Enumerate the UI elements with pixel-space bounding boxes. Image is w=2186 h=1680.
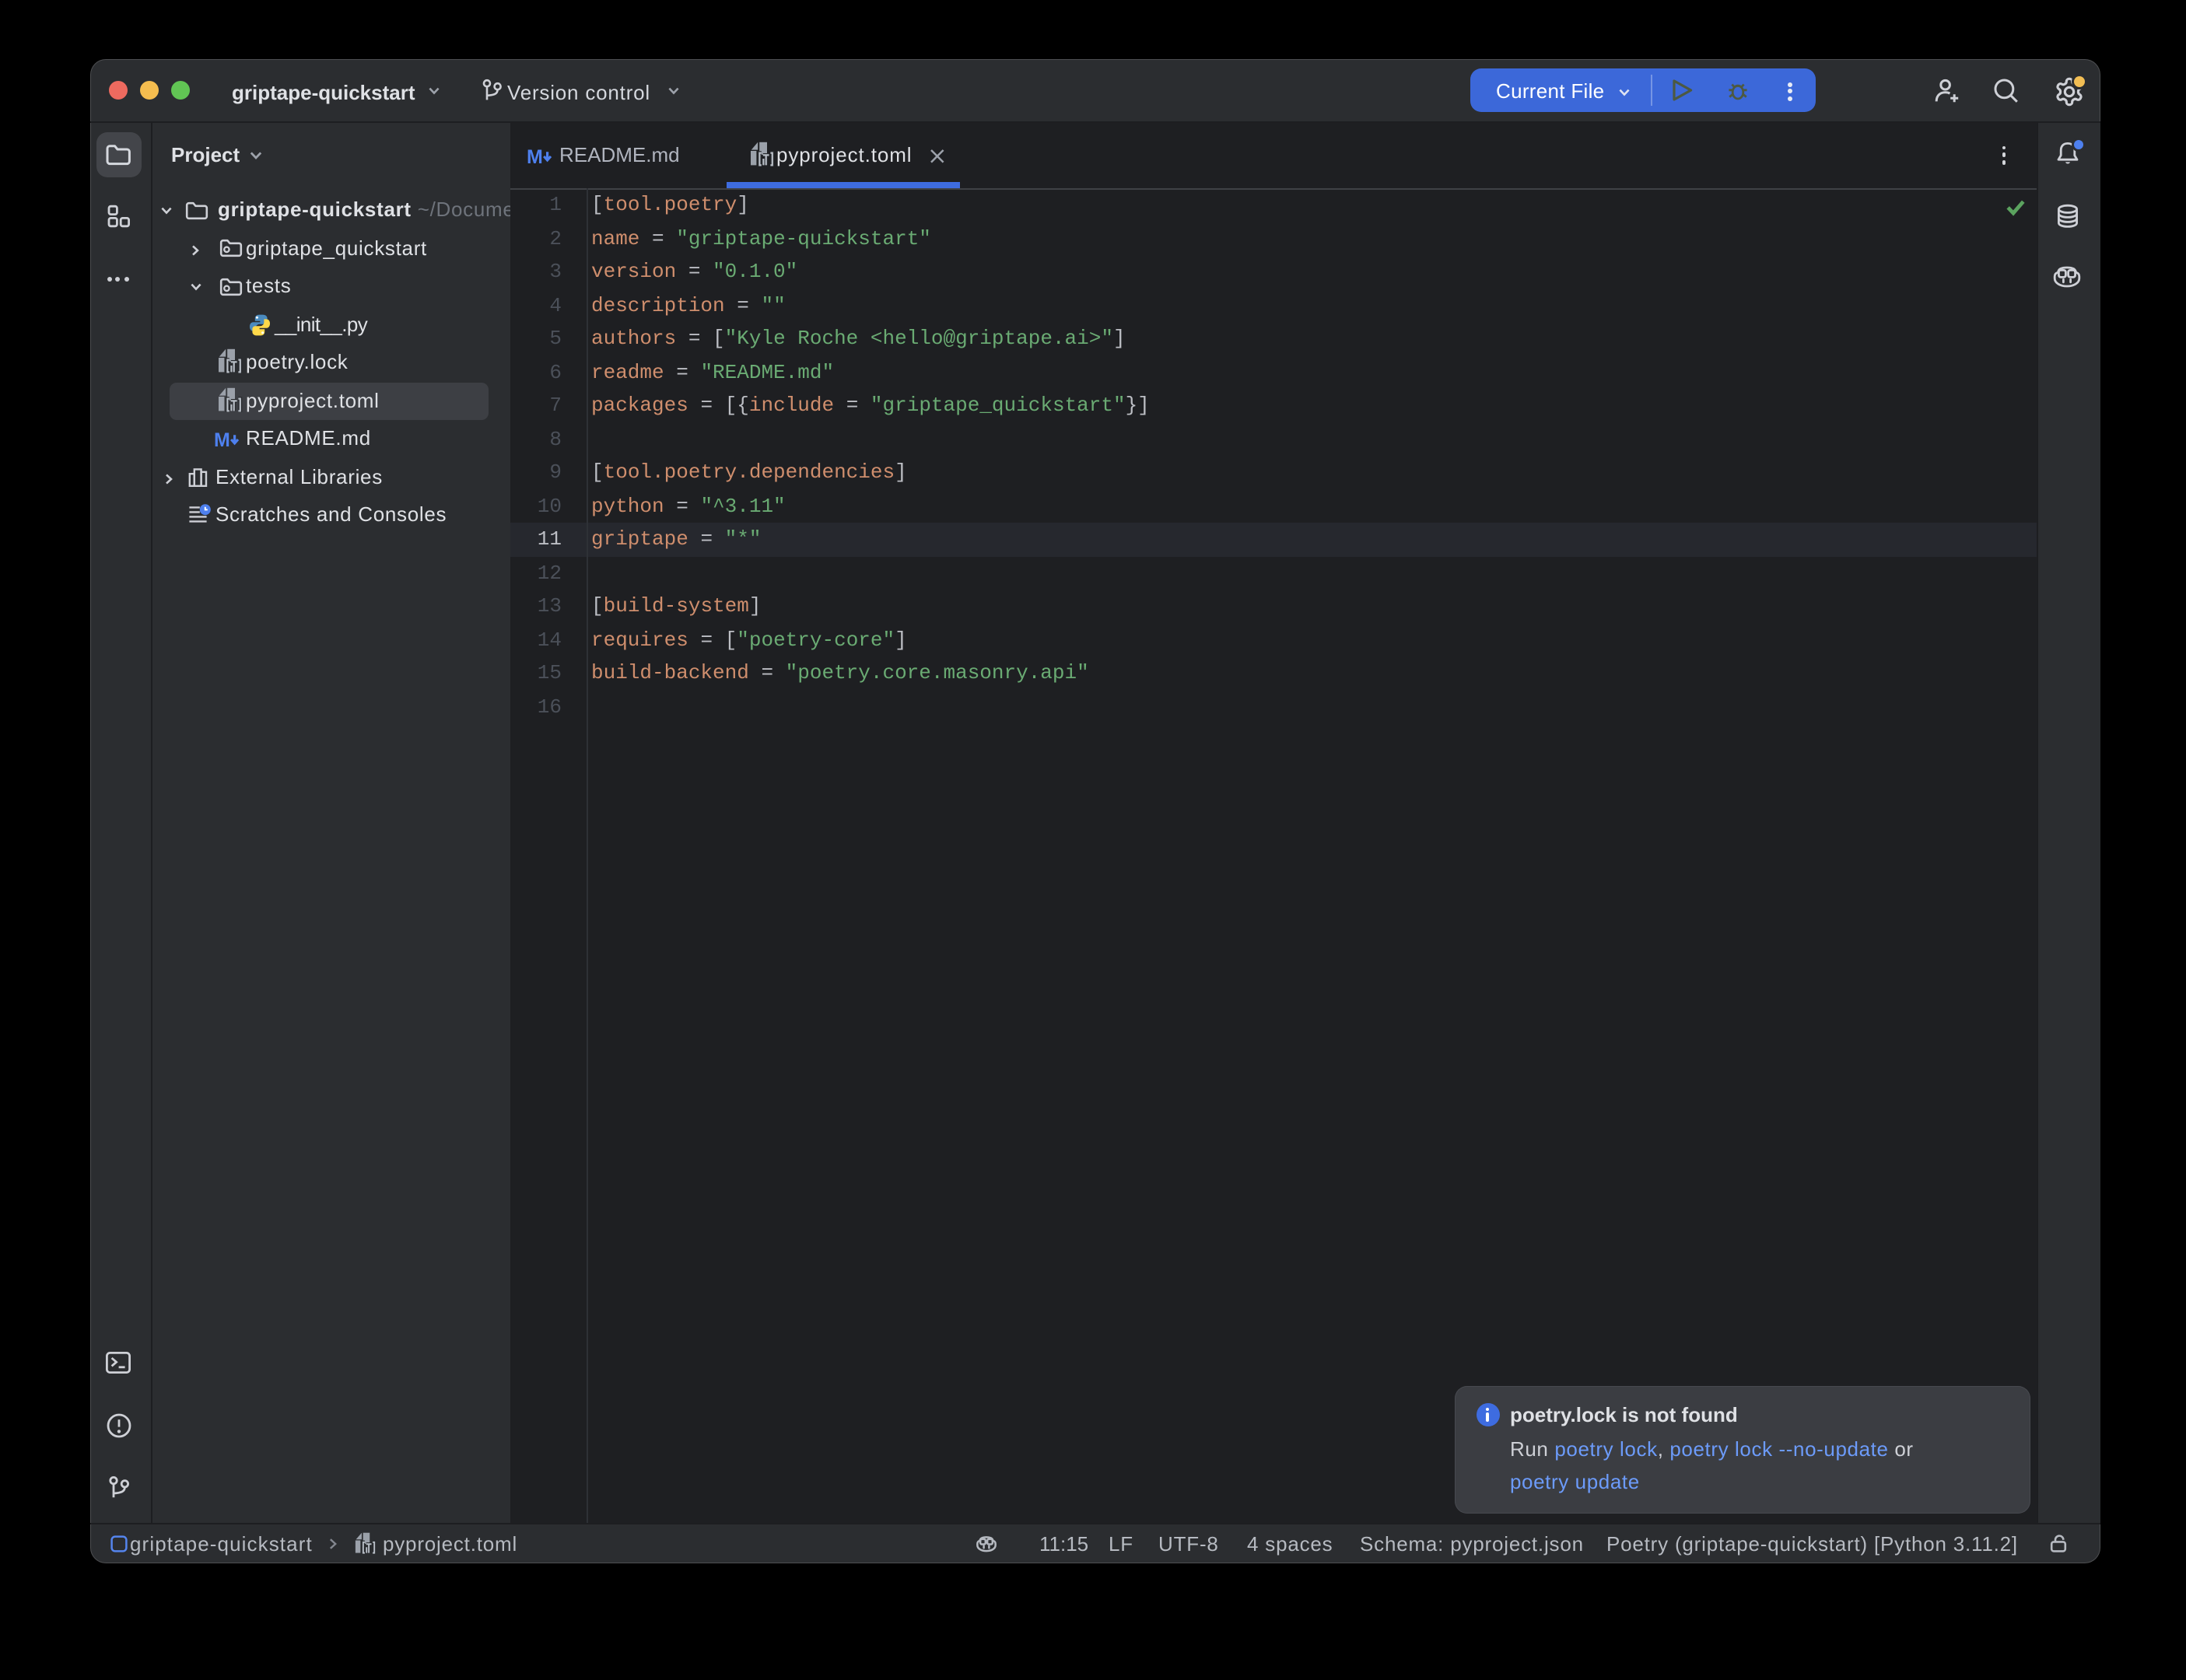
svg-text:M: M: [214, 430, 230, 452]
svg-text:M: M: [527, 145, 543, 167]
